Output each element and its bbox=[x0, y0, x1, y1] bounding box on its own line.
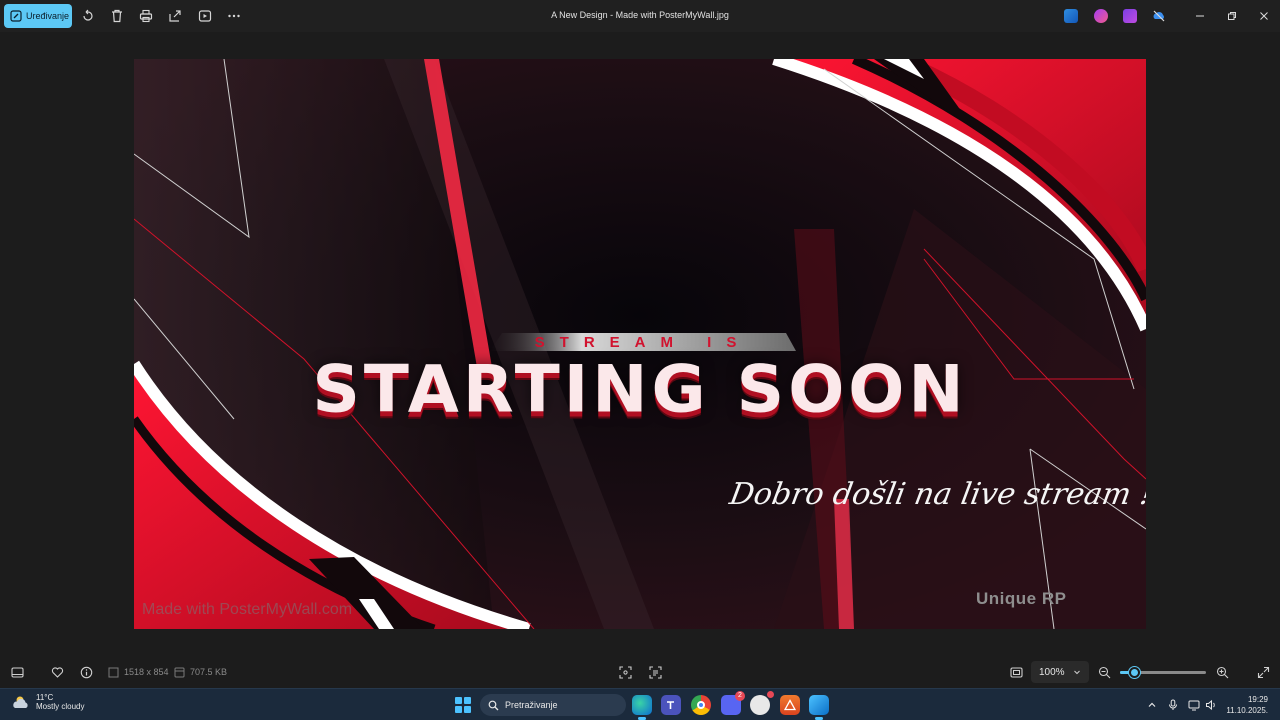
windows-logo-tile bbox=[455, 706, 462, 713]
start-button[interactable] bbox=[455, 697, 471, 713]
search-placeholder: Pretraživanje bbox=[505, 700, 558, 710]
poster-brand: Unique RP bbox=[976, 589, 1067, 608]
temperature: 11°C bbox=[36, 693, 54, 702]
clipchamp-icon[interactable] bbox=[1123, 9, 1137, 23]
print-icon[interactable] bbox=[138, 8, 154, 24]
volume-icon[interactable] bbox=[1204, 698, 1218, 712]
slideshow-icon[interactable] bbox=[197, 8, 213, 24]
delete-icon[interactable] bbox=[109, 8, 125, 24]
chrome-app-icon[interactable] bbox=[691, 695, 711, 715]
microphone-icon[interactable] bbox=[1166, 698, 1180, 712]
poster-headline: STARTING SOON bbox=[312, 351, 968, 428]
file-size-icon bbox=[172, 665, 186, 679]
search-icon bbox=[488, 700, 499, 710]
window-title: A New Design - Made with PosterMyWall.jp… bbox=[551, 10, 729, 20]
steam-app-icon[interactable] bbox=[750, 691, 774, 715]
poster-image: STREAM IS STARTING SOON Dobro došli na l… bbox=[134, 59, 1146, 629]
close-button[interactable] bbox=[1254, 6, 1274, 26]
file-size: 707.5 KB bbox=[190, 667, 228, 677]
network-icon[interactable] bbox=[1187, 698, 1201, 712]
photos-app-icon[interactable] bbox=[809, 695, 829, 720]
poster-watermark: Made with PosterMyWall.com bbox=[142, 601, 353, 618]
zoom-level-value: 100% bbox=[1039, 666, 1065, 678]
zoom-slider-thumb[interactable] bbox=[1128, 667, 1140, 678]
more-options-icon[interactable] bbox=[226, 8, 242, 24]
poster-subtitle: STREAM IS bbox=[534, 334, 752, 351]
top-toolbar: Uređivanje A New Design - Made with Post… bbox=[0, 0, 1280, 32]
triangle-glyph bbox=[784, 699, 796, 711]
image-viewer-canvas[interactable]: STREAM IS STARTING SOON Dobro došli na l… bbox=[0, 32, 1280, 656]
fullscreen-icon[interactable] bbox=[1256, 665, 1270, 679]
edit-icon bbox=[10, 10, 22, 22]
teams-glyph bbox=[667, 701, 674, 709]
favorite-icon[interactable] bbox=[50, 665, 64, 679]
cloudy-weather-icon bbox=[13, 696, 28, 708]
filmstrip-icon[interactable] bbox=[10, 665, 24, 679]
notification-dot bbox=[767, 691, 774, 698]
windows-logo-tile bbox=[455, 697, 462, 704]
onedrive-icon[interactable] bbox=[1152, 9, 1166, 23]
taskbar-search[interactable]: Pretraživanje bbox=[480, 694, 626, 716]
edit-button-label: Uređivanje bbox=[26, 11, 70, 21]
minimize-button[interactable] bbox=[1190, 6, 1210, 26]
zoom-slider[interactable] bbox=[1120, 667, 1206, 678]
dimensions-icon bbox=[106, 665, 120, 679]
weather-widget[interactable]: 11°C Mostly cloudy bbox=[12, 693, 84, 711]
poster-welcome-text: Dobro došli na live stream ! bbox=[726, 477, 1146, 512]
share-icon[interactable] bbox=[167, 8, 183, 24]
designer-icon[interactable] bbox=[1094, 9, 1108, 23]
zoom-out-icon[interactable] bbox=[1097, 665, 1111, 679]
edit-button[interactable]: Uređivanje bbox=[4, 4, 72, 28]
notification-badge: 2 bbox=[735, 691, 745, 701]
windows-logo-tile bbox=[464, 706, 471, 713]
teams-app-icon[interactable] bbox=[661, 695, 681, 715]
chrome-center bbox=[697, 701, 705, 709]
photo-editor-icon[interactable] bbox=[1064, 9, 1078, 23]
rotate-icon[interactable] bbox=[80, 8, 96, 24]
discord-app-icon[interactable]: 2 bbox=[721, 691, 745, 715]
chevron-down-icon bbox=[1074, 670, 1080, 675]
close-icon bbox=[1260, 12, 1268, 20]
system-clock[interactable]: 19:29 11.10.2025. bbox=[1222, 694, 1268, 716]
clock-time: 19:29 bbox=[1247, 695, 1268, 704]
edge-app-icon[interactable] bbox=[632, 695, 652, 720]
status-bar: 1518 x 854 707.5 KB 100% bbox=[0, 656, 1280, 688]
weather-condition: Mostly cloudy bbox=[36, 702, 85, 711]
windows-logo-tile bbox=[464, 697, 471, 704]
show-hidden-icons-icon[interactable] bbox=[1145, 698, 1159, 712]
zoom-level-dropdown[interactable]: 100% bbox=[1031, 661, 1089, 683]
app-triangle-icon[interactable] bbox=[780, 695, 800, 715]
info-icon[interactable] bbox=[79, 665, 93, 679]
scan-text-icon[interactable] bbox=[648, 665, 662, 679]
fit-to-window-icon[interactable] bbox=[1009, 665, 1023, 679]
image-dimensions: 1518 x 854 bbox=[124, 667, 169, 677]
minimize-icon bbox=[1196, 15, 1204, 17]
restore-icon bbox=[1228, 12, 1236, 20]
crop-select-icon[interactable] bbox=[618, 665, 632, 679]
restore-button[interactable] bbox=[1222, 6, 1242, 26]
zoom-in-icon[interactable] bbox=[1215, 665, 1229, 679]
windows-taskbar: 11°C Mostly cloudy Pretraživanje 2 19:29 bbox=[0, 688, 1280, 720]
clock-date: 11.10.2025. bbox=[1226, 706, 1268, 715]
